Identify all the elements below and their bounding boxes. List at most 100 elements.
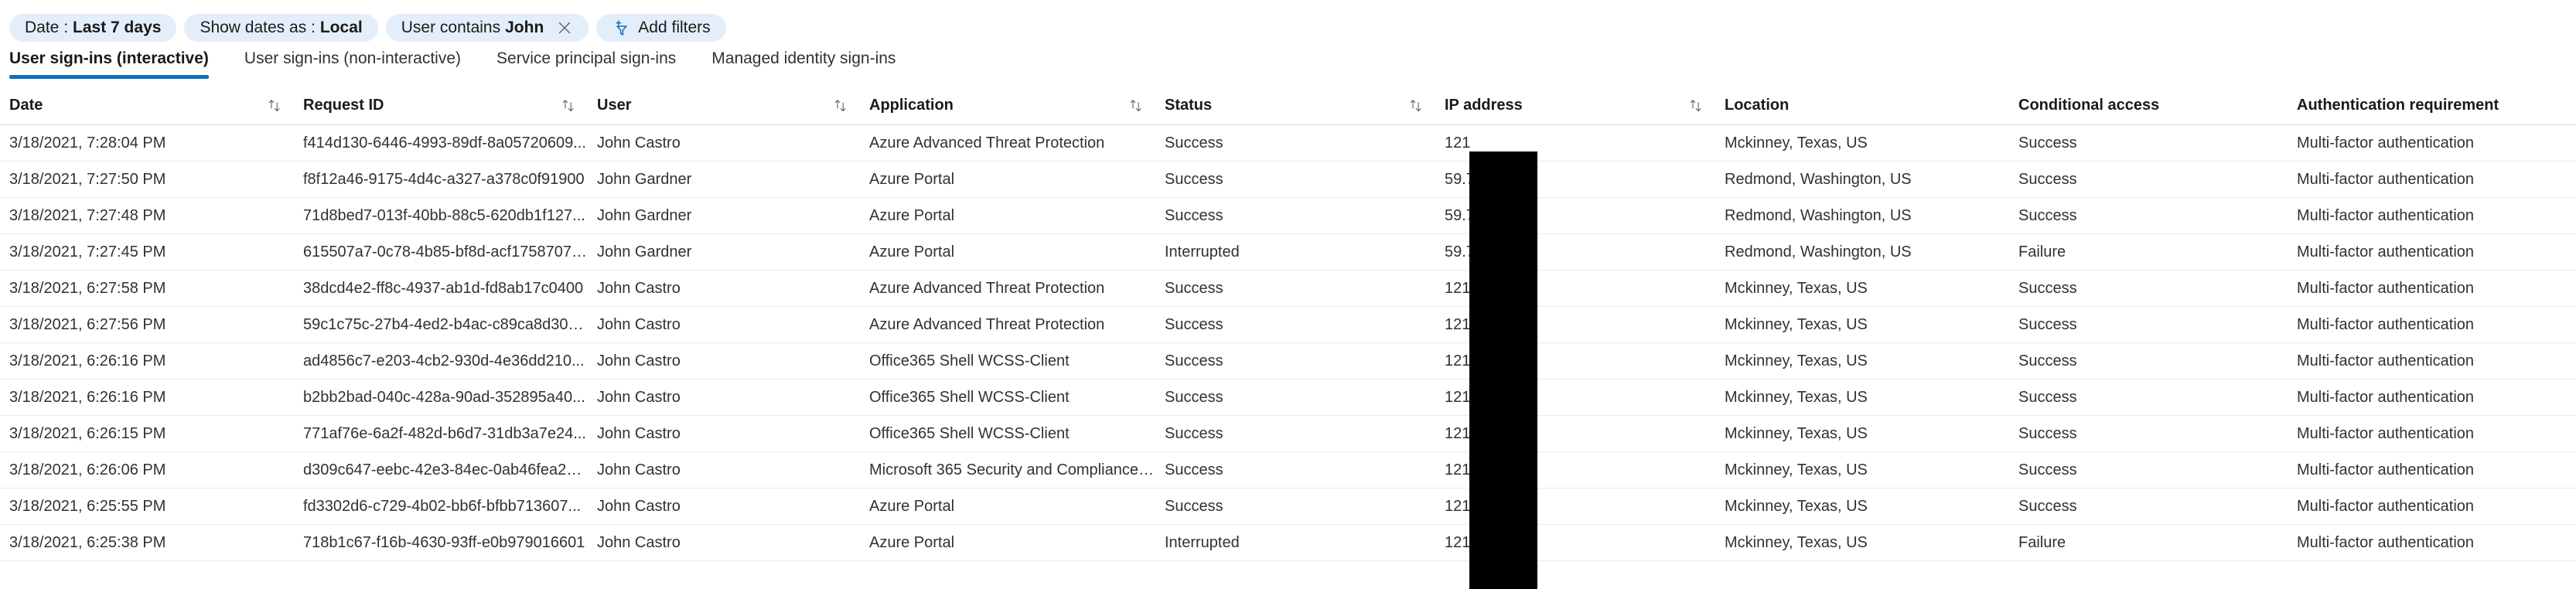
column-header-location[interactable]: Location [1715,97,2009,114]
cell-location: Redmond, Washington, US [1725,206,1912,224]
cell-request: d309c647-eebc-42e3-84ec-0ab46fea24... [303,461,588,478]
column-header-label: Request ID [303,97,384,114]
cell-request: f414d130-6446-4993-89df-8a05720609... [303,134,586,152]
cell-user: John Castro [597,533,681,551]
column-header-date[interactable]: Date [0,97,294,114]
cell-location: Mckinney, Texas, US [1725,134,1868,152]
cell-status: Success [1165,134,1223,152]
cell-request: fd3302d6-c729-4b02-bb6f-bfbb713607... [303,497,582,515]
cell-ca: Success [2018,352,2077,369]
cell-user: John Castro [597,497,681,515]
cell-request: 59c1c75c-27b4-4ed2-b4ac-c89ca8d304... [303,315,588,333]
cell-ca: Success [2018,206,2077,224]
cell-status: Success [1165,424,1223,442]
tab-label: User sign-ins (interactive) [9,49,209,67]
cell-ca: Success [2018,461,2077,478]
column-header-auth[interactable]: Authentication requirement [2288,97,2576,114]
cell-auth: Multi-factor authentication [2297,352,2475,369]
table-row[interactable]: 3/18/2021, 7:27:50 PM f8f12a46-9175-4d4c-… [0,162,2576,198]
cell-app: Office365 Shell WCSS-Client [869,424,1070,442]
cell-user: John Castro [597,461,681,478]
cell-auth: Multi-factor authentication [2297,279,2475,297]
cell-ca: Success [2018,170,2077,188]
filter-value: Local [319,19,363,36]
cell-user: John Castro [597,388,681,406]
filter-value: Add filters [638,19,711,36]
cell-date: 3/18/2021, 6:27:56 PM [9,315,166,333]
cell-location: Mckinney, Texas, US [1725,352,1868,369]
table-row[interactable]: 3/18/2021, 6:26:15 PM 771af76e-6a2f-482d-… [0,416,2576,452]
column-header-label: IP address [1445,97,1523,114]
column-header-user[interactable]: User [588,97,860,114]
sort-arrows-icon[interactable] [560,97,577,114]
cell-app: Azure Advanced Threat Protection [869,315,1105,333]
cell-location: Mckinney, Texas, US [1725,315,1868,333]
user-filter[interactable]: User contains John [385,14,589,42]
cell-app: Azure Advanced Threat Protection [869,279,1105,297]
sort-arrows-icon[interactable] [1407,97,1424,114]
cell-ca: Success [2018,134,2077,152]
add-filters-button[interactable]: Add filters [596,14,726,42]
table-row[interactable]: 3/18/2021, 6:26:16 PM ad4856c7-e203-4cb2-… [0,343,2576,380]
cell-location: Mckinney, Texas, US [1725,424,1868,442]
table-row[interactable]: 3/18/2021, 6:27:56 PM 59c1c75c-27b4-4ed2-… [0,307,2576,343]
sort-arrows-icon[interactable] [266,97,283,114]
sort-arrows-icon[interactable] [832,97,849,114]
column-header-ip[interactable]: IP address [1435,97,1715,114]
cell-request: 615507a7-0c78-4b85-bf8d-acf175870700 [303,243,588,260]
cell-ca: Success [2018,315,2077,333]
column-header-label: Date [9,97,43,114]
column-header-status[interactable]: Status [1155,97,1435,114]
cell-app: Azure Advanced Threat Protection [869,134,1105,152]
cell-app: Azure Portal [869,170,955,188]
cell-location: Redmond, Washington, US [1725,243,1912,260]
tab-user-sign-ins-non-interactive[interactable]: User sign-ins (non-interactive) [244,46,476,79]
cell-ca: Success [2018,388,2077,406]
cell-app: Azure Portal [869,497,955,515]
sort-arrows-icon[interactable] [1687,97,1704,114]
sort-arrows-icon[interactable] [1128,97,1145,114]
cell-auth: Multi-factor authentication [2297,497,2475,515]
column-header-label: Conditional access [2018,97,2160,114]
cell-app: Office365 Shell WCSS-Client [869,388,1070,406]
cell-ca: Success [2018,279,2077,297]
tab-user-sign-ins-interactive[interactable]: User sign-ins (interactive) [9,46,224,79]
cell-location: Mckinney, Texas, US [1725,497,1868,515]
cell-request: f8f12a46-9175-4d4c-a327-a378c0f91900 [303,170,585,188]
tab-label: Managed identity sign-ins [711,49,896,67]
tab-service-principal-sign-ins[interactable]: Service principal sign-ins [496,46,691,79]
tab-managed-identity-sign-ins[interactable]: Managed identity sign-ins [711,46,911,79]
table-row[interactable]: 3/18/2021, 6:25:55 PM fd3302d6-c729-4b02-… [0,489,2576,525]
cell-user: John Gardner [597,170,692,188]
table-row[interactable]: 3/18/2021, 7:28:04 PM f414d130-6446-4993-… [0,125,2576,162]
cell-location: Redmond, Washington, US [1725,170,1912,188]
table-row[interactable]: 3/18/2021, 7:27:48 PM 71d8bed7-013f-40bb-… [0,198,2576,234]
cell-status: Success [1165,279,1223,297]
cell-request: 771af76e-6a2f-482d-b6d7-31db3a7e24... [303,424,586,442]
close-icon[interactable] [556,19,573,36]
column-header-app[interactable]: Application [860,97,1155,114]
table-row[interactable]: 3/18/2021, 6:26:06 PM d309c647-eebc-42e3-… [0,452,2576,489]
cell-auth: Multi-factor authentication [2297,170,2475,188]
column-header-request[interactable]: Request ID [294,97,588,114]
table-row[interactable]: 3/18/2021, 6:26:16 PM b2bb2bad-040c-428a-… [0,380,2576,416]
show-dates-filter[interactable]: Show dates as : Local [184,14,378,42]
filter-label: User contains [401,19,501,36]
cell-status: Success [1165,388,1223,406]
cell-ip: 121 [1445,134,1471,152]
table-row[interactable]: 3/18/2021, 6:25:38 PM 718b1c67-f16b-4630-… [0,525,2576,561]
date-filter[interactable]: Date : Last 7 days [9,14,177,42]
table-row[interactable]: 3/18/2021, 7:27:45 PM 615507a7-0c78-4b85-… [0,234,2576,271]
cell-user: John Castro [597,352,681,369]
table-row[interactable]: 3/18/2021, 6:27:58 PM 38dcd4e2-ff8c-4937-… [0,271,2576,307]
ip-address-redaction-box [1469,152,1537,589]
cell-user: John Castro [597,279,681,297]
cell-location: Mckinney, Texas, US [1725,533,1868,551]
column-header-ca[interactable]: Conditional access [2009,97,2288,114]
cell-date: 3/18/2021, 6:27:58 PM [9,279,166,297]
cell-request: 38dcd4e2-ff8c-4937-ab1d-fd8ab17c0400 [303,279,584,297]
cell-auth: Multi-factor authentication [2297,424,2475,442]
cell-date: 3/18/2021, 7:27:50 PM [9,170,166,188]
sign-ins-table: Date Request ID User Application Status IP ad… [0,87,2576,561]
cell-status: Interrupted [1165,533,1240,551]
